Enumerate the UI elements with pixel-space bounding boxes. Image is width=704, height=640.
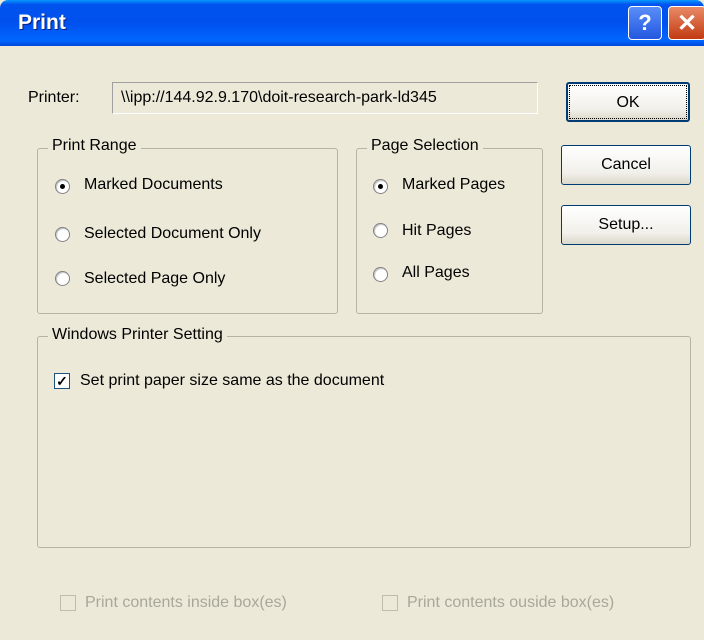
setup-button[interactable]: Setup... [561, 205, 691, 245]
option-hit-pages[interactable]: Hit Pages [402, 222, 471, 240]
checkmark-icon: ✓ [56, 373, 68, 389]
windows-printer-setting-group [37, 336, 691, 548]
option-selected-page-only[interactable]: Selected Page Only [84, 270, 225, 288]
help-icon: ? [638, 10, 652, 35]
printer-label: Printer: [28, 89, 80, 106]
window-title: Print [18, 11, 66, 34]
option-marked-pages[interactable]: Marked Pages [402, 176, 505, 194]
windows-printer-setting-title: Windows Printer Setting [48, 326, 227, 344]
help-button[interactable]: ? [628, 6, 662, 40]
option-all-pages[interactable]: All Pages [402, 264, 470, 282]
option-marked-documents[interactable]: Marked Documents [84, 176, 223, 194]
radio-marked-documents[interactable] [55, 179, 70, 194]
radio-hit-pages[interactable] [373, 223, 388, 238]
outside-box-label[interactable]: Print contents ouside box(es) [407, 594, 614, 612]
radio-marked-pages[interactable] [373, 179, 388, 194]
inside-box-checkbox[interactable] [60, 595, 76, 611]
paper-size-label[interactable]: Set print paper size same as the documen… [80, 372, 384, 390]
outside-box-checkbox[interactable] [382, 595, 398, 611]
radio-all-pages[interactable] [373, 267, 388, 282]
close-icon: ✕ [676, 9, 698, 37]
inside-box-label[interactable]: Print contents inside box(es) [85, 594, 287, 612]
title-bar: Print ? ✕ [0, 0, 704, 46]
radio-selected-page-only[interactable] [55, 271, 70, 286]
option-selected-document-only[interactable]: Selected Document Only [84, 225, 261, 243]
paper-size-checkbox[interactable]: ✓ [54, 373, 70, 389]
page-selection-title: Page Selection [367, 137, 483, 155]
ok-button[interactable]: OK [566, 82, 690, 122]
radio-selected-document-only[interactable] [55, 227, 70, 242]
printer-path-field: \\ipp://144.92.9.170\doit-research-park-… [112, 82, 538, 114]
close-button[interactable]: ✕ [668, 6, 704, 40]
print-range-title: Print Range [48, 137, 141, 155]
cancel-button[interactable]: Cancel [561, 145, 691, 185]
